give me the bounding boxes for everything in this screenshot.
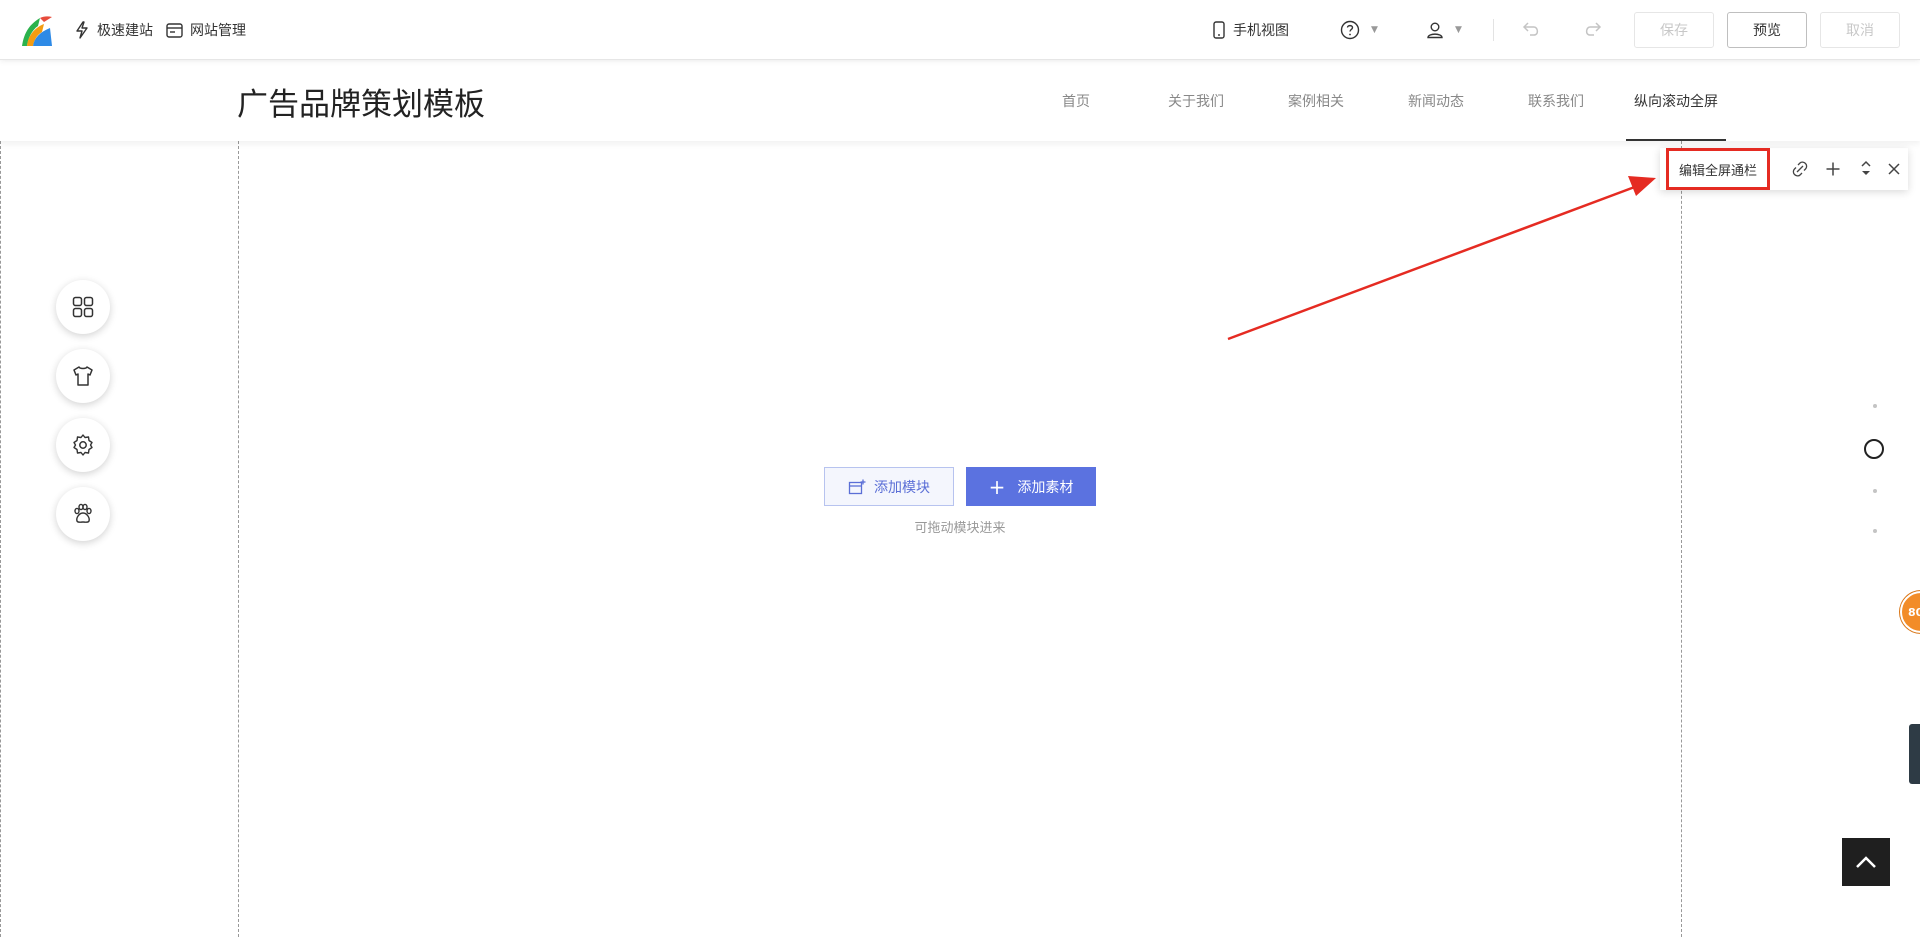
cancel-button[interactable]: 取消 xyxy=(1820,12,1900,48)
quick-build-label: 极速建站 xyxy=(97,23,153,39)
plus-icon xyxy=(1826,162,1840,176)
page-dot[interactable] xyxy=(1873,529,1877,533)
chevron-down-icon: ▼ xyxy=(1371,25,1378,35)
logo-icon[interactable] xyxy=(18,12,54,48)
mobile-view-label: 手机视图 xyxy=(1233,23,1289,39)
side-panel-handle[interactable] xyxy=(1909,724,1920,784)
user-menu[interactable]: ▼ xyxy=(1426,18,1462,42)
drag-hint-text: 可拖动模块进来 xyxy=(914,521,1006,536)
editor-toolbar: 极速建站 网站管理 手机视图 ▼ ▼ 保存 预览 取消 xyxy=(0,0,1920,60)
settings-button[interactable] xyxy=(56,418,110,472)
paw-icon xyxy=(74,503,92,523)
theme-shirt-icon xyxy=(73,366,93,386)
content-right-guide xyxy=(1681,141,1682,937)
plus-icon: + xyxy=(988,474,1006,499)
site-header: 广告品牌策划模板 首页 关于我们 案例相关 新闻动态 联系我们 纵向滚动全屏 xyxy=(0,61,1920,141)
back-to-top-button[interactable] xyxy=(1842,838,1890,886)
help-question-icon xyxy=(1340,20,1360,40)
page-dot[interactable] xyxy=(1873,489,1877,493)
lightning-icon xyxy=(76,21,88,39)
preview-button[interactable]: 预览 xyxy=(1727,12,1807,48)
mobile-phone-icon xyxy=(1213,21,1225,39)
undo-icon[interactable] xyxy=(1522,19,1542,39)
add-section-button[interactable] xyxy=(1823,159,1843,179)
close-section-button[interactable] xyxy=(1884,159,1904,179)
page-edge-guide xyxy=(0,141,1,937)
unlink-icon xyxy=(1792,161,1808,177)
modules-icon xyxy=(72,296,94,318)
help-menu[interactable]: ▼ xyxy=(1340,18,1378,42)
nav-item-vertical-fullscreen[interactable]: 纵向滚动全屏 xyxy=(1626,61,1726,141)
move-section-button[interactable] xyxy=(1856,159,1876,179)
browser-window-icon xyxy=(166,22,183,38)
theme-button[interactable] xyxy=(56,349,110,403)
redo-icon[interactable] xyxy=(1582,19,1602,39)
section-toolbar: 编辑全屏通栏 xyxy=(1660,148,1908,190)
quick-build-button[interactable]: 极速建站 xyxy=(74,18,153,42)
paw-button[interactable] xyxy=(56,487,110,541)
mobile-view-button[interactable]: 手机视图 xyxy=(1212,18,1289,42)
add-module-button[interactable]: 添加模块 xyxy=(824,467,954,506)
page-dot[interactable] xyxy=(1873,404,1877,408)
side-toolbox xyxy=(56,280,110,556)
nav-item-contact[interactable]: 联系我们 xyxy=(1506,61,1606,141)
nav-item-home[interactable]: 首页 xyxy=(1026,61,1126,141)
toolbar-divider xyxy=(1493,19,1494,41)
float-badge[interactable]: 80 xyxy=(1900,591,1920,633)
move-updown-icon xyxy=(1861,160,1871,175)
content-left-guide xyxy=(238,141,239,937)
edit-fullscreen-banner-button[interactable]: 编辑全屏通栏 xyxy=(1666,148,1771,190)
add-module-label: 添加模块 xyxy=(874,479,930,496)
site-manage-label: 网站管理 xyxy=(190,23,246,39)
user-icon xyxy=(1427,22,1443,39)
add-material-label: 添加素材 xyxy=(1017,479,1074,496)
settings-gear-icon xyxy=(73,434,93,456)
nav-item-news[interactable]: 新闻动态 xyxy=(1386,61,1486,141)
modules-button[interactable] xyxy=(56,280,110,334)
save-button[interactable]: 保存 xyxy=(1634,12,1714,48)
add-material-button[interactable]: + 添加素材 xyxy=(966,467,1096,506)
nav-item-cases[interactable]: 案例相关 xyxy=(1266,61,1366,141)
close-icon xyxy=(1888,163,1900,175)
nav-item-about[interactable]: 关于我们 xyxy=(1146,61,1246,141)
unlink-button[interactable] xyxy=(1790,159,1810,179)
chevron-up-icon xyxy=(1856,856,1876,868)
page-dot-active[interactable] xyxy=(1864,439,1884,459)
site-manage-button[interactable]: 网站管理 xyxy=(166,18,246,42)
chevron-down-icon: ▼ xyxy=(1455,25,1462,35)
site-title[interactable]: 广告品牌策划模板 xyxy=(237,79,485,124)
add-module-icon xyxy=(848,479,866,494)
